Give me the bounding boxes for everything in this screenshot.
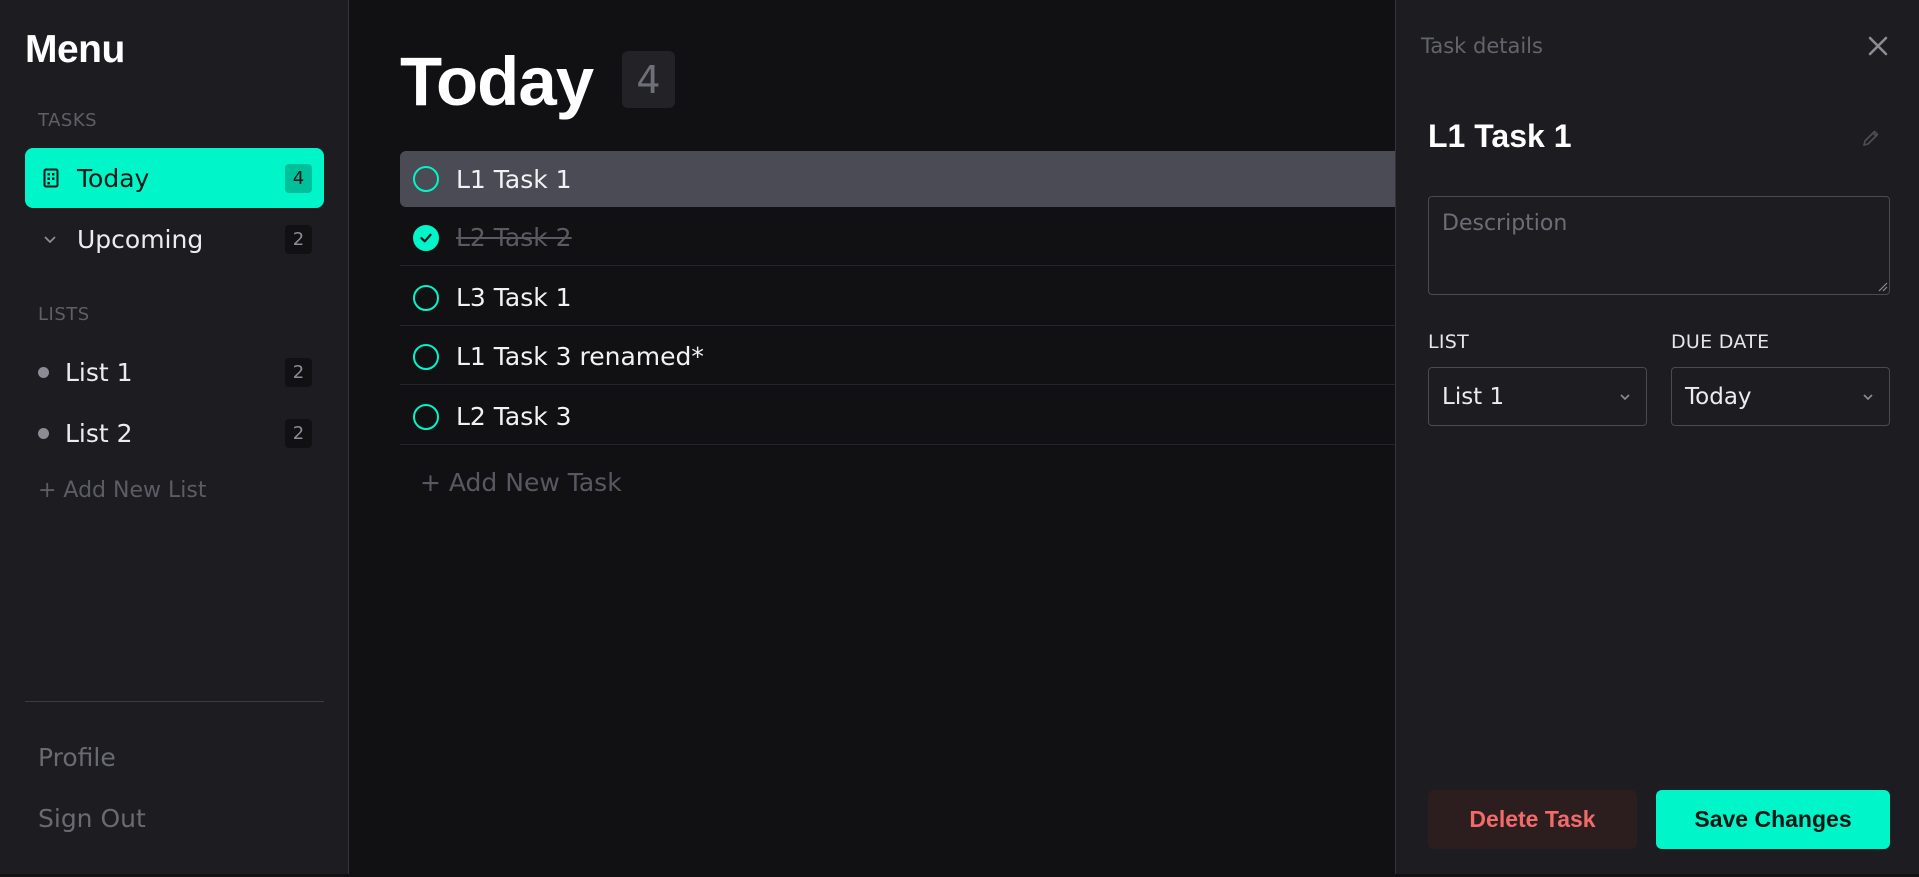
lists-section-label: LISTS xyxy=(38,304,90,325)
task-checkbox[interactable] xyxy=(413,343,439,370)
due-date-select-value: Today xyxy=(1685,383,1752,410)
list-2-count-badge: 2 xyxy=(285,418,312,448)
page-title: Today xyxy=(400,43,594,120)
add-new-task-button[interactable]: + Add New Task xyxy=(420,468,622,497)
task-row[interactable]: L1 Task 3 renamed* xyxy=(400,329,1395,385)
sidebar-item-list-2[interactable]: List 2 2 xyxy=(25,403,324,463)
task-label: L1 Task 3 renamed* xyxy=(456,342,704,371)
sidebar: Menu TASKS Today 4 Upcoming 2 LISTS List… xyxy=(0,0,349,874)
description-field[interactable] xyxy=(1428,196,1890,295)
close-button[interactable] xyxy=(1862,30,1894,62)
list-select-value: List 1 xyxy=(1442,383,1505,410)
task-row[interactable]: L2 Task 3 xyxy=(400,389,1395,445)
chevron-down-icon xyxy=(39,228,61,250)
check-icon xyxy=(420,233,432,242)
list-dot-icon xyxy=(38,427,49,439)
task-checkbox[interactable] xyxy=(413,166,439,192)
edit-title-button[interactable] xyxy=(1859,126,1883,150)
sidebar-item-label: List 2 xyxy=(65,418,133,448)
task-row[interactable]: L3 Task 1 xyxy=(400,270,1395,326)
sidebar-item-upcoming[interactable]: Upcoming 2 xyxy=(25,209,324,269)
due-date-field-label: DUE DATE xyxy=(1671,331,1770,353)
close-icon xyxy=(1868,36,1888,56)
task-checkbox[interactable] xyxy=(413,284,439,311)
task-label: L1 Task 1 xyxy=(456,164,572,194)
list-dot-icon xyxy=(38,366,49,378)
task-row[interactable]: L1 Task 1 xyxy=(400,151,1395,207)
task-details-panel: Task details L1 Task 1 LIST DUE DATE Lis… xyxy=(1395,0,1919,874)
sidebar-item-today[interactable]: Today 4 xyxy=(25,148,324,208)
task-label: L3 Task 1 xyxy=(456,283,572,312)
list-1-count-badge: 2 xyxy=(285,357,312,387)
sidebar-item-label: Today xyxy=(77,163,150,193)
add-new-list-button[interactable]: + Add New List xyxy=(38,478,206,503)
sidebar-item-list-1[interactable]: List 1 2 xyxy=(25,342,324,402)
list-field-label: LIST xyxy=(1428,331,1470,353)
today-count-badge: 4 xyxy=(285,163,312,193)
task-checkbox-checked[interactable] xyxy=(413,224,439,251)
save-changes-button[interactable]: Save Changes xyxy=(1656,790,1890,849)
chevron-down-icon xyxy=(1863,393,1873,400)
task-label: L2 Task 2 xyxy=(456,223,572,252)
task-title: L1 Task 1 xyxy=(1428,118,1572,154)
resize-grip-icon[interactable] xyxy=(1876,280,1888,292)
profile-link[interactable]: Profile xyxy=(38,743,116,772)
sign-out-link[interactable]: Sign Out xyxy=(38,804,146,833)
title-count-badge: 4 xyxy=(622,51,675,108)
sidebar-item-label: Upcoming xyxy=(77,224,204,254)
delete-task-button[interactable]: Delete Task xyxy=(1428,790,1637,849)
task-row[interactable]: L2 Task 2 xyxy=(400,210,1395,266)
upcoming-count-badge: 2 xyxy=(285,224,312,254)
task-checkbox[interactable] xyxy=(413,403,439,430)
list-select[interactable]: List 1 xyxy=(1428,367,1647,426)
tasks-section-label: TASKS xyxy=(38,110,98,131)
pencil-icon xyxy=(1863,130,1879,146)
chevron-down-icon xyxy=(1620,393,1630,400)
calendar-icon xyxy=(40,167,62,189)
due-date-select[interactable]: Today xyxy=(1671,367,1890,426)
sidebar-title: Menu xyxy=(25,28,125,71)
task-label: L2 Task 3 xyxy=(456,402,572,431)
sidebar-item-label: List 1 xyxy=(65,357,133,387)
details-header: Task details xyxy=(1421,34,1543,58)
main-content: Today 4 L1 Task 1 L2 Task 2 L3 Task 1 L1… xyxy=(350,0,1395,877)
app-root: Menu TASKS Today 4 Upcoming 2 LISTS List… xyxy=(0,0,1919,877)
sidebar-divider xyxy=(25,701,324,702)
